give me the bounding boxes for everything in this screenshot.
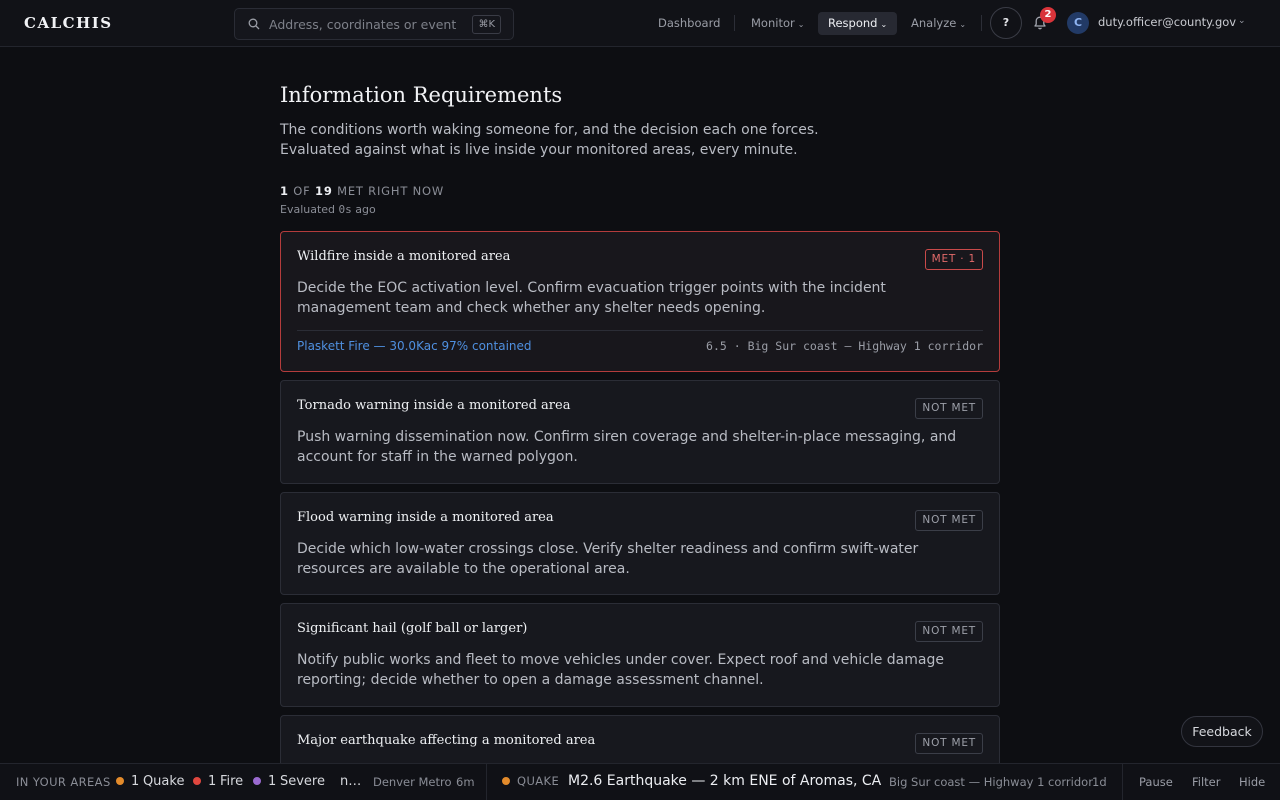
live-event-ticker: IN YOUR AREAS 1 Quake 1 Fire 1 Severe n…… [0, 763, 1280, 800]
subtitle-line: The conditions worth waking someone for,… [280, 122, 819, 138]
met-count: 1 [280, 184, 289, 198]
event-headline[interactable]: M2.6 Earthquake — 2 km ENE of Aromas, CA [568, 773, 881, 789]
requirement-description: Decide which low-water crossings close. … [297, 541, 919, 577]
chevron-down-icon: ⌄ [797, 20, 805, 29]
fire-count: 1 [208, 774, 217, 789]
ticker-quake-count[interactable]: 1 Quake [116, 774, 184, 789]
nav-dashboard[interactable]: Dashboard [648, 12, 730, 35]
requirement-card-hail[interactable]: Significant hail (golf ball or larger) N… [280, 603, 1000, 707]
nav-respond[interactable]: Respond ⌄ [818, 12, 898, 35]
page-title: Information Requirements [280, 83, 563, 107]
matching-event-meta: 6.5 · Big Sur coast — Highway 1 corridor [706, 339, 983, 353]
search-shortcut-hint: ⌘K [472, 15, 501, 34]
nav-monitor[interactable]: Monitor ⌄ [741, 12, 814, 35]
quake-dot-icon [116, 777, 124, 785]
requirement-card-tornado[interactable]: Tornado warning inside a monitored area … [280, 380, 1000, 484]
requirement-title: Major earthquake affecting a monitored a… [297, 733, 596, 748]
search-placeholder[interactable]: Address, coordinates or event [269, 17, 456, 32]
top-nav-bar: CALCHIS Address, coordinates or event ⌘K… [0, 0, 1280, 47]
nav-analyze[interactable]: Analyze ⌄ [901, 12, 976, 35]
evaluated-prefix: Evaluated [280, 203, 336, 216]
nav-divider [734, 15, 735, 31]
ticker-truncated-item[interactable]: n… [340, 774, 361, 789]
status-badge: NOT MET [915, 733, 983, 754]
card-divider [297, 330, 983, 331]
nav-dashboard-label: Dashboard [658, 16, 721, 30]
status-badge: NOT MET [915, 510, 983, 531]
requirement-title: Tornado warning inside a monitored area [297, 398, 571, 413]
ticker-label: IN YOUR AREAS [16, 775, 111, 789]
ticker-divider [486, 764, 487, 800]
avatar[interactable]: C [1067, 12, 1089, 34]
requirement-title: Significant hail (golf ball or larger) [297, 621, 528, 636]
evaluated-value: 0s [338, 203, 352, 216]
search-box[interactable]: Address, coordinates or event ⌘K [234, 8, 514, 40]
event-age: 1d [1092, 775, 1107, 789]
evaluated-timestamp: Evaluated 0s ago [280, 203, 376, 216]
met-of: OF [293, 184, 311, 198]
severe-label: Severe [279, 774, 325, 789]
fire-label: Fire [219, 774, 244, 789]
severe-dot-icon [253, 777, 261, 785]
notification-count-badge: 2 [1040, 7, 1056, 23]
page-subtitle: The conditions worth waking someone for,… [280, 120, 819, 160]
requirement-title: Wildfire inside a monitored area [297, 249, 511, 264]
requirement-card-wildfire[interactable]: Wildfire inside a monitored area MET · 1… [280, 231, 1000, 372]
met-summary: 1 OF 19 MET RIGHT NOW [280, 184, 444, 198]
met-suffix: MET RIGHT NOW [337, 184, 445, 198]
chevron-down-icon[interactable]: ⌄ [1238, 16, 1246, 26]
fire-dot-icon [193, 777, 201, 785]
user-email[interactable]: duty.officer@county.gov [1098, 15, 1236, 29]
quake-count: 1 [131, 774, 140, 789]
help-button[interactable]: ? [990, 7, 1022, 39]
status-badge: NOT MET [915, 621, 983, 642]
main-content: Information Requirements The conditions … [280, 47, 1000, 775]
event-area: Big Sur coast — Highway 1 corridor [889, 775, 1093, 789]
evaluated-suffix: ago [355, 203, 376, 216]
subtitle-line: Evaluated against what is live inside yo… [280, 142, 798, 158]
requirement-description: Push warning dissemination now. Confirm … [297, 429, 957, 465]
requirement-description: Notify public works and fleet to move ve… [297, 652, 944, 688]
quake-dot-icon [502, 777, 510, 785]
ticker-prev-age: 6m [456, 775, 475, 789]
ticker-prev-area: Denver Metro [373, 775, 452, 789]
ticker-severe-count[interactable]: 1 Severe [253, 774, 325, 789]
requirement-description: Decide the EOC activation level. Confirm… [297, 280, 886, 316]
event-type: QUAKE [517, 774, 560, 788]
nav-respond-label: Respond [828, 16, 878, 30]
quake-label: Quake [142, 774, 185, 789]
nav-monitor-label: Monitor [751, 16, 795, 30]
status-badge: MET · 1 [924, 249, 983, 270]
nav-analyze-label: Analyze [911, 16, 957, 30]
total-count: 19 [315, 184, 333, 198]
ticker-fire-count[interactable]: 1 Fire [193, 774, 243, 789]
ticker-pause-button[interactable]: Pause [1139, 775, 1173, 789]
severe-count: 1 [268, 774, 277, 789]
matching-event-link[interactable]: Plaskett Fire — 30.0Kac 97% contained [297, 339, 532, 353]
chevron-down-icon: ⌄ [880, 20, 888, 29]
ticker-event[interactable]: QUAKE [502, 774, 559, 788]
status-badge: NOT MET [915, 398, 983, 419]
chevron-down-icon: ⌄ [959, 20, 967, 29]
requirement-title: Flood warning inside a monitored area [297, 510, 554, 525]
ticker-divider [1122, 764, 1123, 800]
requirement-card-flood[interactable]: Flood warning inside a monitored area NO… [280, 492, 1000, 595]
feedback-button[interactable]: Feedback [1181, 716, 1263, 747]
ticker-hide-button[interactable]: Hide [1239, 775, 1265, 789]
search-icon [248, 18, 260, 30]
nav-divider [981, 15, 982, 31]
ticker-filter-button[interactable]: Filter [1192, 775, 1220, 789]
app-logo[interactable]: CALCHIS [24, 14, 113, 32]
